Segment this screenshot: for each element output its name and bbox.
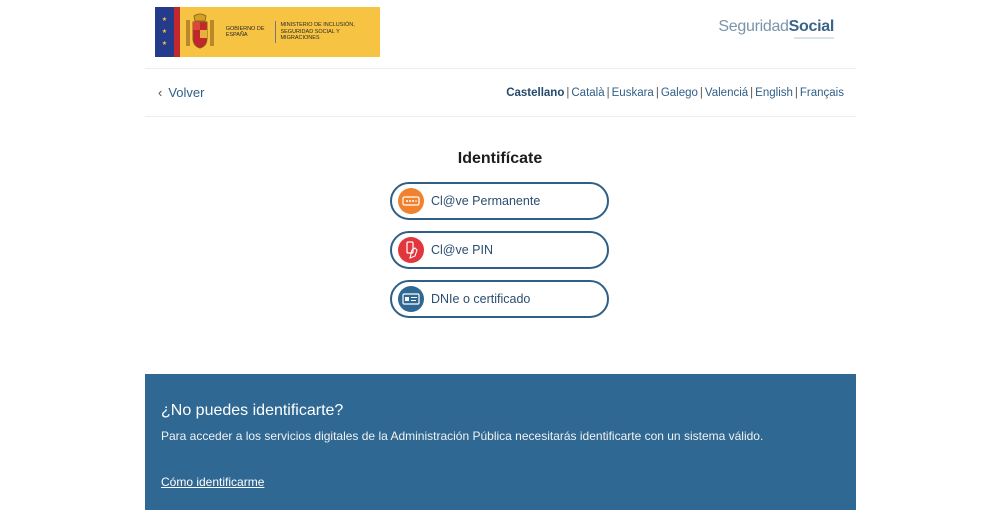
language-selector: Castellano | Català | Euskara | Galego |…: [506, 87, 844, 99]
lang-valencia[interactable]: Valenciá: [705, 87, 748, 99]
lang-catala[interactable]: Català: [571, 87, 604, 99]
back-label: Volver: [168, 85, 205, 100]
seguridad-social-logo[interactable]: SeguridadSocial: [718, 18, 834, 39]
lang-francais[interactable]: Français: [800, 87, 844, 99]
help-text: Para acceder a los servicios digitales d…: [161, 429, 764, 443]
logo-divider: [275, 21, 277, 43]
ministry-text: Ministerio de Inclusión, Seguridad Socia…: [280, 22, 355, 42]
help-section: ¿No puedes identificarte? Para acceder a…: [145, 374, 856, 510]
clave-pin-label: Cl@ve PIN: [431, 243, 494, 257]
dnie-certificado-button[interactable]: DNIe o certificado: [390, 280, 609, 318]
government-text: Gobierno de España: [225, 25, 265, 39]
lang-euskara[interactable]: Euskara: [612, 87, 654, 99]
page-title: Identifícate: [457, 150, 543, 167]
clave-pin-button[interactable]: Cl@ve PIN: [390, 231, 609, 269]
page: ★ ★ ★ Gobierno de España Ministerio de Inc…: [0, 0, 1000, 510]
brand-underline: [794, 37, 834, 39]
brand-light: Seguridad: [718, 18, 789, 35]
chevron-left-icon: ‹: [158, 85, 163, 100]
dnie-certificado-label: DNIe o certificado: [431, 292, 531, 306]
brand-bold: Social: [788, 18, 835, 35]
help-title: ¿No puedes identificarte?: [161, 402, 344, 419]
lang-castellano[interactable]: Castellano: [506, 87, 564, 99]
phone-pin-icon: [398, 237, 424, 263]
coat-of-arms-icon: [180, 7, 220, 57]
key-card-icon: [398, 188, 424, 214]
lang-english[interactable]: English: [755, 87, 793, 99]
lang-galego[interactable]: Galego: [661, 87, 698, 99]
navbar: ‹ Volver Castellano | Català | Euskara |…: [145, 69, 856, 117]
clave-permanente-button[interactable]: Cl@ve Permanente: [390, 182, 609, 220]
header: ★ ★ ★ Gobierno de España Ministerio de Inc…: [145, 0, 856, 69]
eu-flag-icon: ★ ★ ★: [155, 7, 174, 57]
how-to-identify-link[interactable]: Cómo identificarme: [161, 475, 264, 489]
id-card-icon: [398, 286, 424, 312]
government-logo[interactable]: ★ ★ ★ Gobierno de España Ministerio de Inc…: [155, 7, 380, 57]
clave-permanente-label: Cl@ve Permanente: [431, 194, 541, 208]
back-button[interactable]: ‹ Volver: [158, 85, 204, 100]
